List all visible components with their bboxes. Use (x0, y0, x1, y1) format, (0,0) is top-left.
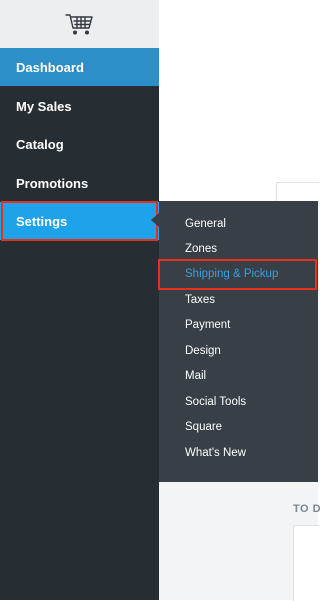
sidebar-item-catalog[interactable]: Catalog (0, 125, 159, 163)
submenu-item-label: Taxes (185, 293, 216, 306)
submenu-item-shipping-pickup[interactable]: Shipping & Pickup (159, 261, 318, 286)
sidebar-item-my-sales[interactable]: My Sales (0, 87, 159, 125)
content-card (276, 182, 319, 203)
submenu-item-label: Square (185, 420, 223, 433)
submenu-item-mail[interactable]: Mail (159, 363, 318, 388)
submenu-item-label: General (185, 217, 226, 230)
submenu-item-design[interactable]: Design (159, 338, 318, 363)
content-panel (293, 525, 319, 601)
sidebar-item-promotions[interactable]: Promotions (0, 164, 159, 202)
submenu-item-taxes[interactable]: Taxes (159, 287, 318, 312)
submenu-item-label: Payment (185, 318, 231, 331)
store-logo[interactable] (0, 0, 159, 48)
sidebar-item-label: My Sales (16, 98, 72, 114)
settings-submenu: General Zones Shipping & Pickup Taxes Pa… (159, 201, 318, 482)
sidebar: Dashboard My Sales Catalog Promotions Se… (0, 0, 159, 600)
content-section-label: TO D (293, 503, 320, 515)
submenu-item-label: Mail (185, 369, 207, 382)
submenu-item-zones[interactable]: Zones (159, 236, 318, 261)
submenu-item-general[interactable]: General (159, 211, 318, 236)
submenu-item-label: What's New (185, 446, 246, 459)
submenu-pointer (151, 213, 159, 227)
submenu-item-label: Shipping & Pickup (185, 267, 279, 280)
sidebar-item-dashboard[interactable]: Dashboard (0, 48, 159, 86)
sidebar-item-label: Settings (16, 213, 68, 229)
submenu-item-whats-new[interactable]: What's New (159, 440, 318, 465)
submenu-item-social-tools[interactable]: Social Tools (159, 389, 318, 414)
submenu-item-label: Zones (185, 242, 217, 255)
sidebar-item-label: Catalog (16, 136, 64, 152)
submenu-item-label: Design (185, 344, 221, 357)
sidebar-item-label: Dashboard (16, 59, 84, 75)
shopping-cart-icon (64, 14, 93, 35)
submenu-item-square[interactable]: Square (159, 414, 318, 439)
sidebar-item-label: Promotions (16, 175, 89, 191)
submenu-item-label: Social Tools (185, 395, 247, 408)
sidebar-item-settings[interactable]: Settings (0, 202, 159, 240)
submenu-item-payment[interactable]: Payment (159, 312, 318, 337)
